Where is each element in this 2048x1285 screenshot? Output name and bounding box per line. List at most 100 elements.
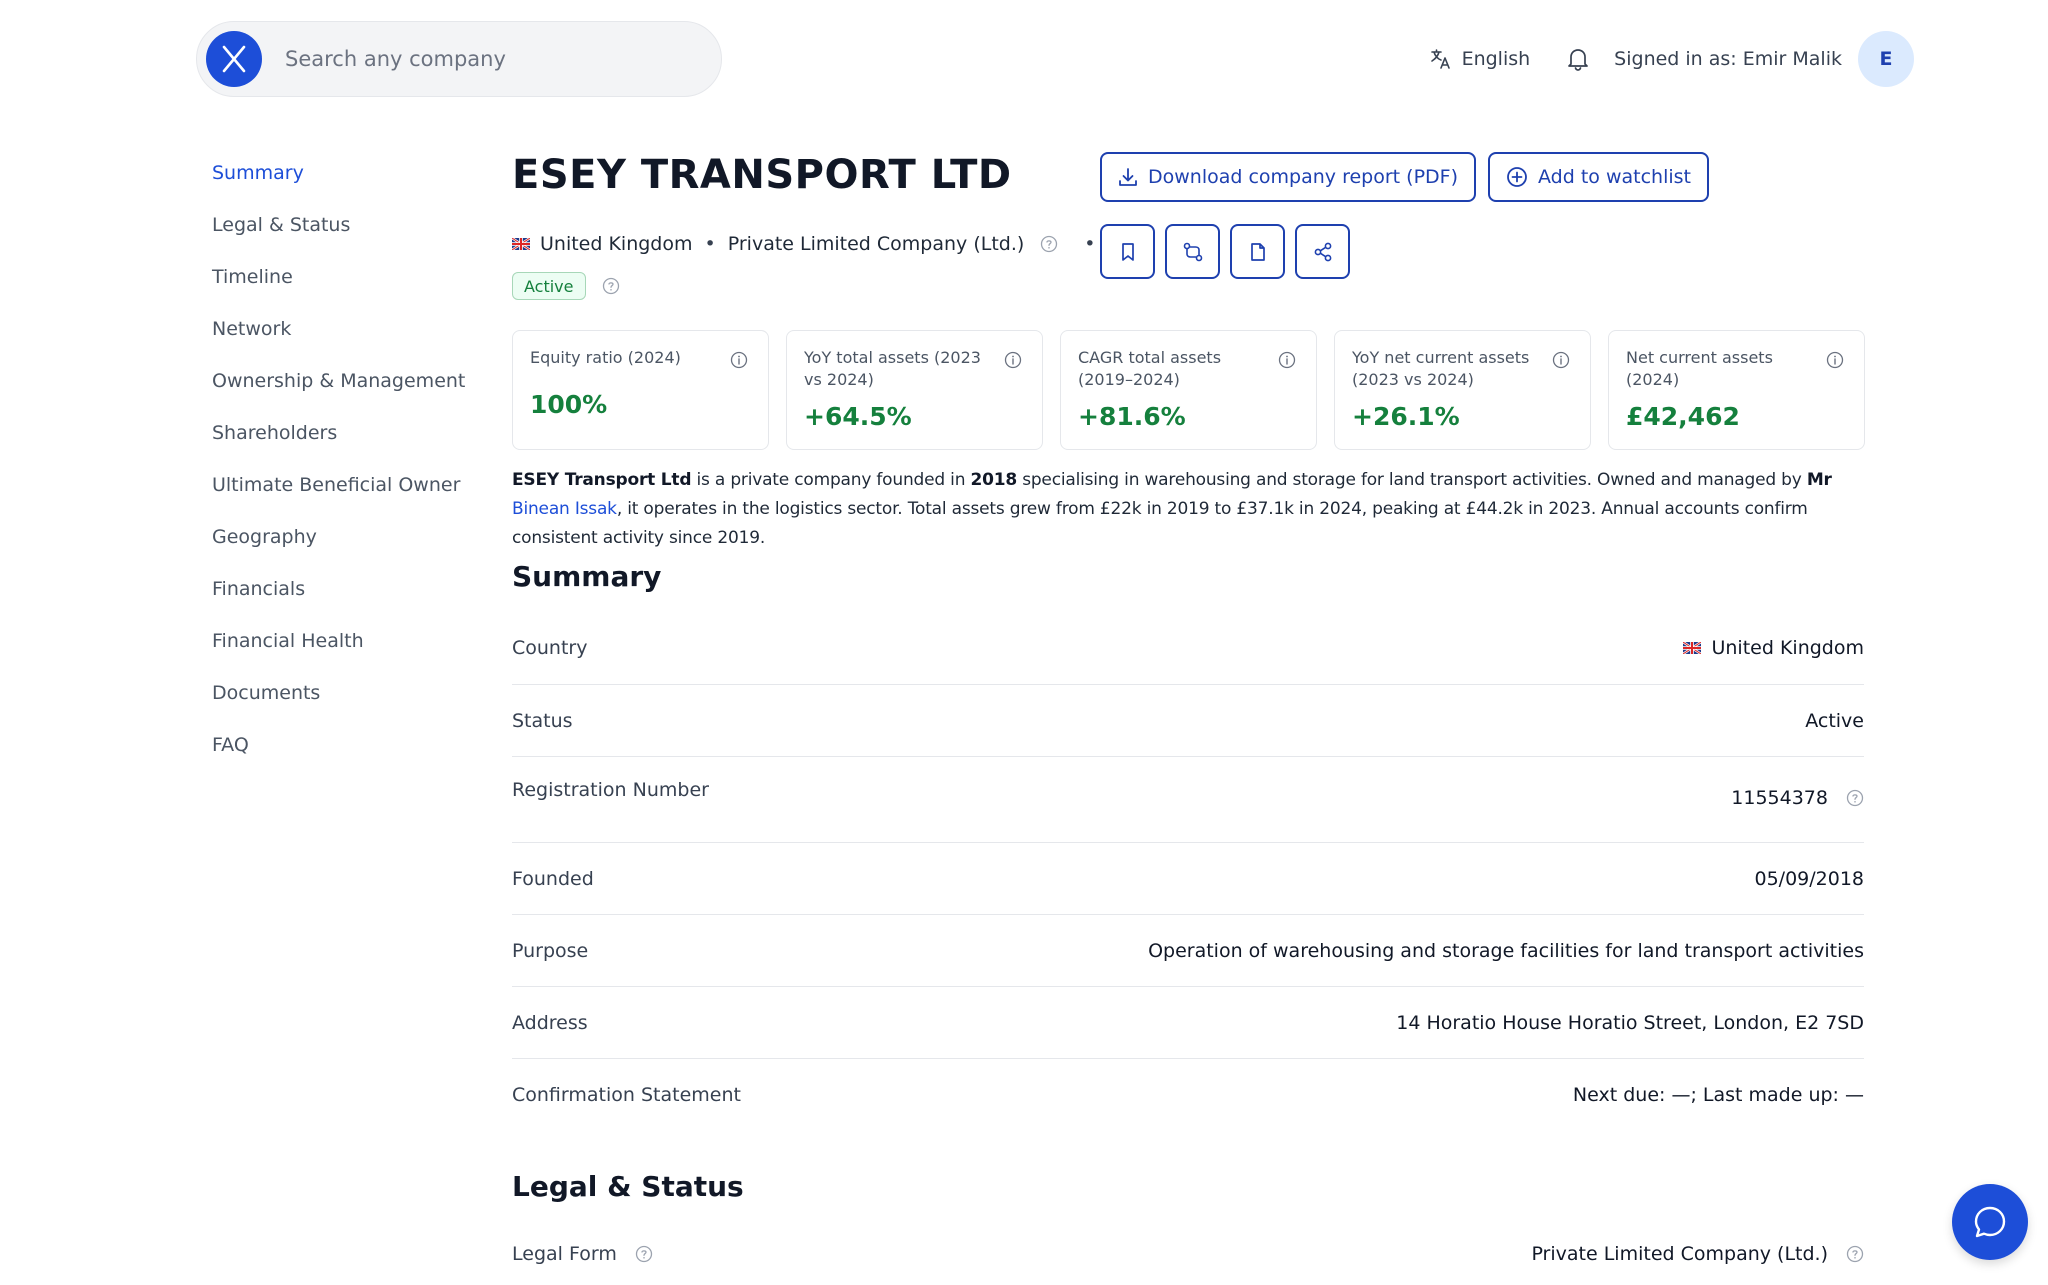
- sidebar-item-ubo[interactable]: Ultimate Beneficial Owner: [212, 468, 492, 520]
- company-meta: United Kingdom • Private Limited Company…: [512, 224, 1108, 264]
- legal-form-value-help-icon[interactable]: [1846, 1245, 1864, 1263]
- quick-actions: [1100, 224, 1360, 279]
- compare-button[interactable]: [1165, 224, 1220, 279]
- row-value: 14 Horatio House Horatio Street, London,…: [1396, 1011, 1864, 1034]
- add-to-watchlist-button[interactable]: Add to watchlist: [1488, 152, 1709, 202]
- share-icon: [1314, 242, 1331, 261]
- sidebar-item-summary[interactable]: Summary: [212, 156, 492, 208]
- row-label-wrap: Legal Form: [512, 1243, 653, 1265]
- info-icon[interactable]: [1552, 351, 1570, 373]
- company-name: ESEY TRANSPORT LTD: [512, 152, 1012, 198]
- row-value: 05/09/2018: [1754, 867, 1864, 890]
- document-button[interactable]: [1230, 224, 1285, 279]
- registration-help-icon[interactable]: [1846, 789, 1864, 807]
- app-logo[interactable]: [206, 31, 262, 87]
- description-text: is a private company founded in: [691, 470, 971, 490]
- sidebar-item-documents[interactable]: Documents: [212, 676, 492, 728]
- metric-card: Equity ratio (2024) 100%: [512, 330, 769, 450]
- company-description: ESEY Transport Ltd is a private company …: [512, 466, 1864, 553]
- status-row: Active: [512, 272, 620, 300]
- logo-x-icon: [222, 45, 246, 73]
- sidebar-item-financials[interactable]: Financials: [212, 572, 492, 624]
- info-icon[interactable]: [1278, 351, 1296, 373]
- download-icon: [1119, 168, 1137, 186]
- summary-row-founded: Founded 05/09/2018: [512, 843, 1864, 915]
- legal-table: Legal Form Private Limited Company (Ltd.…: [512, 1228, 1864, 1280]
- row-label: Legal Form: [512, 1243, 617, 1265]
- country-value: United Kingdom: [1711, 637, 1864, 659]
- chat-bubble-icon: [1974, 1206, 2006, 1238]
- info-icon[interactable]: [1826, 351, 1844, 373]
- search-input[interactable]: Search any company: [285, 47, 506, 71]
- language-selector[interactable]: English: [1430, 48, 1531, 70]
- add-to-watchlist-label: Add to watchlist: [1538, 166, 1691, 188]
- help-icon[interactable]: [1040, 235, 1058, 253]
- summary-table: Country United Kingdom Status Active Reg…: [512, 612, 1864, 1131]
- share-button[interactable]: [1295, 224, 1350, 279]
- separator-dot: •: [704, 233, 716, 255]
- legal-row-form: Legal Form Private Limited Company (Ltd.…: [512, 1228, 1864, 1280]
- row-value: United Kingdom: [1683, 637, 1864, 659]
- sidebar-item-ownership-management[interactable]: Ownership & Management: [212, 364, 492, 416]
- avatar[interactable]: E: [1858, 31, 1914, 87]
- uk-flag-icon: [1683, 642, 1702, 654]
- info-icon[interactable]: [730, 351, 748, 373]
- metric-value: £42,462: [1626, 402, 1740, 431]
- status-help-icon[interactable]: [602, 277, 620, 295]
- summary-row-confirmation: Confirmation Statement Next due: —; Last…: [512, 1059, 1864, 1131]
- sidebar-item-legal-status[interactable]: Legal & Status: [212, 208, 492, 260]
- metric-cards: Equity ratio (2024) 100% YoY total asset…: [512, 330, 1865, 450]
- metric-label: Equity ratio (2024): [530, 348, 681, 367]
- sidebar-item-financial-health[interactable]: Financial Health: [212, 624, 492, 676]
- download-report-button[interactable]: Download company report (PDF): [1100, 152, 1477, 202]
- signed-in-text: Signed in as: Emir Malik: [1614, 48, 1842, 70]
- plus-circle-icon: [1507, 167, 1527, 187]
- company-country: United Kingdom: [540, 233, 693, 255]
- metric-value: +26.1%: [1352, 402, 1460, 431]
- row-label: Status: [512, 709, 573, 732]
- legal-form-value: Private Limited Company (Ltd.): [1531, 1243, 1828, 1265]
- summary-row-address: Address 14 Horatio House Horatio Street,…: [512, 987, 1864, 1059]
- person-link[interactable]: Binean Issak: [512, 499, 617, 519]
- sidebar-item-shareholders[interactable]: Shareholders: [212, 416, 492, 468]
- bell-icon: [1568, 49, 1589, 71]
- description-company-name: ESEY Transport Ltd: [512, 470, 692, 490]
- legal-status-title: Legal & Status: [512, 1170, 744, 1203]
- status-badge: Active: [512, 272, 586, 300]
- row-value: 11554378: [1731, 787, 1864, 809]
- sidebar-item-timeline[interactable]: Timeline: [212, 260, 492, 312]
- row-label: Registration Number: [512, 779, 709, 801]
- summary-row-purpose: Purpose Operation of warehousing and sto…: [512, 915, 1864, 987]
- translate-icon: [1430, 49, 1450, 69]
- language-label: English: [1461, 48, 1531, 70]
- row-label: Address: [512, 1011, 588, 1034]
- sidebar-item-geography[interactable]: Geography: [212, 520, 492, 572]
- row-value: Private Limited Company (Ltd.): [1531, 1243, 1864, 1265]
- sidebar-nav: Summary Legal & Status Timeline Network …: [212, 156, 492, 780]
- metric-value: +64.5%: [804, 402, 912, 431]
- legal-form-help-icon[interactable]: [635, 1245, 653, 1263]
- sidebar-item-faq[interactable]: FAQ: [212, 728, 492, 780]
- chat-button[interactable]: [1952, 1184, 2028, 1260]
- compare-icon: [1183, 242, 1202, 261]
- summary-row-status: Status Active: [512, 685, 1864, 757]
- sidebar-item-network[interactable]: Network: [212, 312, 492, 364]
- company-type: Private Limited Company (Ltd.): [727, 233, 1025, 255]
- search-bar[interactable]: Search any company: [196, 21, 722, 97]
- metric-label: YoY net current assets (2023 vs 2024): [1352, 348, 1530, 389]
- bookmark-button[interactable]: [1100, 224, 1155, 279]
- info-icon[interactable]: [1004, 351, 1022, 373]
- metric-card: YoY total assets (2023 vs 2024) +64.5%: [786, 330, 1043, 450]
- bookmark-icon: [1121, 242, 1134, 261]
- metric-value: +81.6%: [1078, 402, 1186, 431]
- summary-row-registration: Registration Number 11554378: [512, 757, 1864, 843]
- download-report-label: Download company report (PDF): [1148, 166, 1459, 188]
- header-actions: English Signed in as: Emir Malik E: [1430, 30, 1914, 88]
- metric-card: YoY net current assets (2023 vs 2024) +2…: [1334, 330, 1591, 450]
- notifications-button[interactable]: [1566, 46, 1590, 72]
- description-year: 2018: [970, 470, 1017, 490]
- summary-title: Summary: [512, 560, 662, 593]
- registration-number: 11554378: [1731, 787, 1828, 809]
- metric-label: Net current assets (2024): [1626, 348, 1773, 389]
- description-text: , it operates in the logistics sector. T…: [512, 499, 1808, 548]
